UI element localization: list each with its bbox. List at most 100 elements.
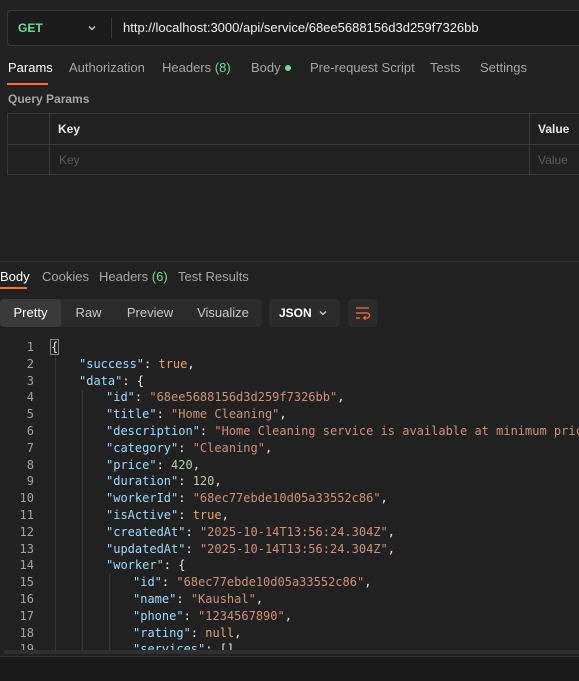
- indent-guide: [82, 390, 83, 650]
- line-number: 12: [19, 525, 34, 539]
- json-key: "id": [133, 575, 162, 589]
- url-divider: [111, 17, 112, 39]
- line-number: 6: [26, 424, 34, 438]
- status-bar: [0, 656, 579, 681]
- param-value-input[interactable]: Value: [538, 145, 568, 175]
- table-row: Key Value: [8, 144, 579, 175]
- visualize-button[interactable]: Visualize: [184, 299, 262, 327]
- tab-authorization[interactable]: Authorization: [69, 60, 145, 75]
- code-line: "data": {: [79, 374, 145, 388]
- response-tab-test-results[interactable]: Test Results: [178, 269, 249, 284]
- code-line: "createdAt": "2025-10-14T13:56:24.304Z",: [106, 525, 396, 539]
- col-key-header: Key: [58, 122, 81, 136]
- tab-params[interactable]: Params: [8, 60, 53, 75]
- json-value: "2025-10-14T13:56:24.304Z": [199, 525, 388, 539]
- response-tab-body[interactable]: Body: [0, 269, 30, 284]
- format-select[interactable]: JSON: [269, 299, 340, 327]
- json-value: "68ee5688156d3d259f7326bb": [149, 390, 338, 404]
- tab-body-label: Body: [251, 60, 281, 75]
- json-value: null: [205, 626, 235, 640]
- tab-headers-label: Headers: [162, 60, 212, 75]
- json-value: true: [158, 357, 188, 371]
- json-key: "phone": [133, 609, 184, 623]
- line-number: 11: [19, 508, 34, 522]
- tab-headers[interactable]: Headers (8): [162, 60, 231, 75]
- json-value: "2025-10-14T13:56:24.304Z": [199, 542, 388, 556]
- request-tabs: Params Authorization Headers (8) Body Pr…: [0, 60, 579, 82]
- line-number: 18: [19, 626, 34, 640]
- code-line: {: [49, 339, 60, 355]
- pretty-button[interactable]: Pretty: [0, 299, 61, 327]
- tab-prerequest-script[interactable]: Pre-request Script: [310, 60, 415, 75]
- chevron-down-icon[interactable]: [88, 24, 96, 32]
- json-value: 420: [171, 458, 193, 472]
- code-line: "phone": "1234567890",: [133, 609, 292, 623]
- query-params-table: Key Value Key Value: [7, 113, 579, 175]
- json-key: "updatedAt": [106, 542, 186, 556]
- json-key: "id": [106, 390, 135, 404]
- line-number: 1: [26, 340, 34, 354]
- json-key: "title": [106, 407, 157, 421]
- json-value: "68ec77ebde10d05a33552c86": [192, 491, 381, 505]
- tab-settings[interactable]: Settings: [480, 60, 527, 75]
- code-line: "title": "Home Cleaning",: [106, 407, 287, 421]
- json-key: "rating": [133, 626, 191, 640]
- json-key: "duration": [106, 474, 179, 488]
- json-key: "success": [79, 357, 145, 371]
- view-mode-toggle: Pretty Raw Preview Visualize: [0, 299, 262, 327]
- table-header-row: Key Value: [8, 114, 579, 144]
- format-label: JSON: [279, 306, 312, 320]
- json-key: "createdAt": [106, 525, 186, 539]
- line-number: 5: [26, 407, 34, 421]
- param-key-input[interactable]: Key: [59, 145, 80, 175]
- line-number: 16: [19, 592, 34, 606]
- url-input[interactable]: http://localhost:3000/api/service/68ee56…: [123, 11, 479, 45]
- json-value: "68ec77ebde10d05a33552c86": [176, 575, 365, 589]
- response-tab-headers-count: (6): [151, 269, 168, 284]
- raw-button[interactable]: Raw: [61, 299, 116, 327]
- line-number: 19: [19, 642, 34, 650]
- line-number: 9: [26, 474, 34, 488]
- json-key: "isActive": [106, 508, 179, 522]
- response-tab-headers[interactable]: Headers (6): [99, 269, 168, 284]
- line-number: 7: [26, 441, 34, 455]
- response-tab-headers-label: Headers: [99, 269, 149, 284]
- json-key: "data": [79, 374, 123, 388]
- code-line: "updatedAt": "2025-10-14T13:56:24.304Z",: [106, 542, 396, 556]
- wrap-lines-button[interactable]: [348, 299, 377, 327]
- line-number: 10: [19, 491, 34, 505]
- query-params-title: Query Params: [8, 92, 90, 106]
- active-tab-indicator: [7, 83, 48, 85]
- line-number: 4: [26, 390, 34, 404]
- json-value: "Kaushal": [190, 592, 256, 606]
- code-line: "workerId": "68ec77ebde10d05a33552c86",: [106, 491, 388, 505]
- response-body-viewer[interactable]: 1 2 3 4 5 6 7 8 9 10 11 12 13 14 15 16 1…: [0, 338, 579, 650]
- json-key: "workerId": [106, 491, 179, 505]
- method-selector[interactable]: GET: [18, 11, 43, 45]
- preview-button[interactable]: Preview: [116, 299, 184, 327]
- wrap-lines-icon: [356, 307, 371, 321]
- response-divider[interactable]: [0, 261, 579, 262]
- body-status-dot: [284, 64, 291, 71]
- indent-guide: [109, 574, 110, 650]
- response-tab-cookies[interactable]: Cookies: [42, 269, 89, 284]
- json-value: []: [219, 642, 235, 650]
- json-value: "Cleaning": [192, 441, 265, 455]
- json-value: "Home Cleaning": [171, 407, 280, 421]
- code-line: "price": 420,: [106, 458, 200, 472]
- horizontal-scrollbar[interactable]: [4, 650, 579, 654]
- code-line: "isActive": true,: [106, 508, 229, 522]
- code-line: "services": []: [133, 642, 234, 650]
- line-number: 17: [19, 609, 34, 623]
- tab-body[interactable]: Body: [251, 60, 291, 75]
- line-number: 15: [19, 575, 34, 589]
- code-line: "category": "Cleaning",: [106, 441, 273, 455]
- line-number: 3: [26, 374, 34, 388]
- code-line: "duration": 120,: [106, 474, 222, 488]
- tab-headers-count: (8): [214, 60, 231, 75]
- active-response-tab-indicator: [0, 287, 27, 289]
- json-value: 120: [192, 474, 215, 488]
- tab-tests[interactable]: Tests: [430, 60, 460, 75]
- chevron-down-icon: [319, 311, 327, 316]
- code-line: "worker": {: [106, 558, 186, 572]
